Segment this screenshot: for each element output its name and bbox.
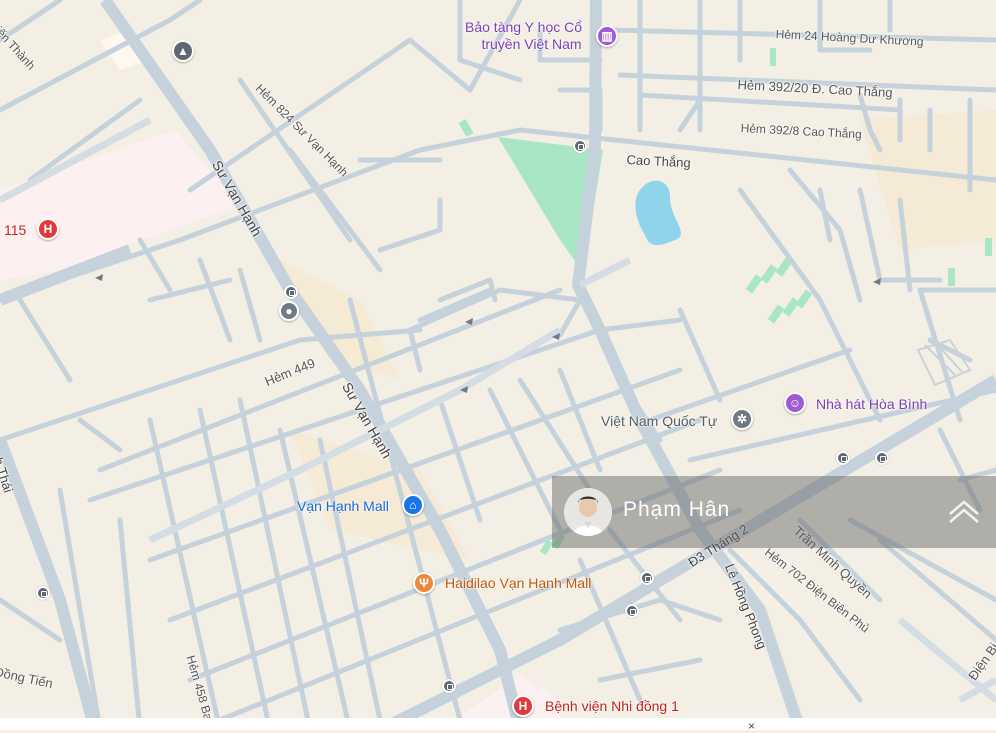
place-pin-icon[interactable]: ● <box>279 301 299 321</box>
bus-stop-icon[interactable] <box>573 139 587 153</box>
school-icon[interactable]: ▲ <box>172 40 194 62</box>
chevron-up-icon[interactable] <box>946 494 982 530</box>
bottom-panel <box>0 718 996 730</box>
poi-nha-hat-label[interactable]: Nhà hát Hòa Bình <box>816 397 927 411</box>
poi-benh-vien-label[interactable]: Bệnh viện Nhi đồng 1 <box>545 699 679 713</box>
theater-icon[interactable]: ☺ <box>784 392 806 414</box>
street-label-cao-thang: Cao Thắng <box>626 152 692 171</box>
bus-stop-icon[interactable] <box>836 451 850 465</box>
shopping-bag-icon[interactable]: ⌂ <box>402 494 424 516</box>
close-icon[interactable]: × <box>748 720 755 732</box>
bus-stop-icon[interactable] <box>284 285 298 299</box>
poi-van-hanh-mall-label[interactable]: Vạn Hạnh Mall <box>297 499 389 513</box>
bus-stop-icon[interactable] <box>875 451 889 465</box>
temple-icon[interactable]: ✲ <box>731 408 753 430</box>
museum-icon[interactable]: ▥ <box>596 25 618 47</box>
bus-stop-icon[interactable] <box>625 604 639 618</box>
bus-stop-icon[interactable] <box>36 586 50 600</box>
poi-museum-label[interactable]: Bảo tàng Y học Cổ truyền Việt Nam <box>465 20 582 51</box>
poi-viet-nam-quoc-tu-label[interactable]: Việt Nam Quốc Tự <box>601 414 717 428</box>
hospital-icon[interactable]: H <box>37 218 59 240</box>
bus-stop-icon[interactable] <box>640 571 654 585</box>
restaurant-icon[interactable]: Ψ <box>413 572 435 594</box>
poi-hospital-115-label[interactable]: 115 <box>4 223 26 237</box>
bus-stop-icon[interactable] <box>442 679 456 693</box>
user-location-card[interactable]: Phạm Hân <box>552 476 996 548</box>
avatar[interactable] <box>564 488 612 536</box>
poi-museum-label-line1: Bảo tàng Y học Cổ <box>465 19 583 35</box>
hospital-icon[interactable]: H <box>512 695 534 717</box>
poi-museum-label-line2: truyền Việt Nam <box>481 36 582 52</box>
user-name: Phạm Hân <box>623 498 731 521</box>
poi-haidilao-label[interactable]: Haidilao Vạn Hạnh Mall <box>445 576 591 590</box>
